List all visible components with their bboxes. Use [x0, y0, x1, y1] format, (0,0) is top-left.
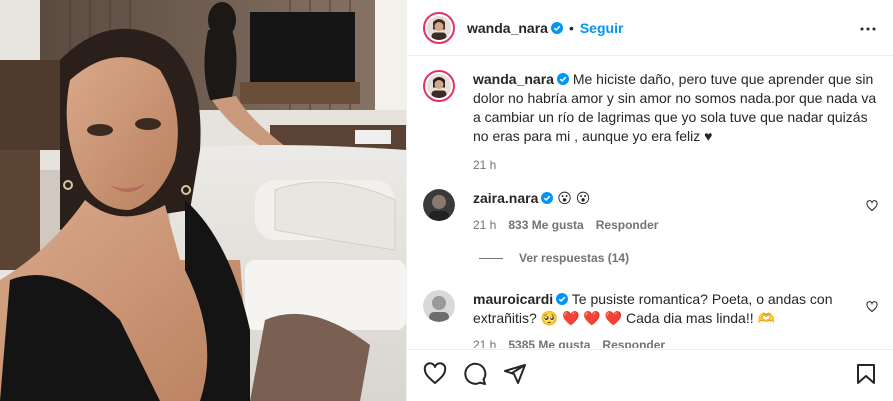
- share-icon[interactable]: [503, 362, 527, 386]
- heart-icon[interactable]: [423, 362, 447, 386]
- replies-divider: [479, 257, 503, 259]
- caption-row: wanda_nara Me hiciste daño, pero tuve qu…: [423, 70, 878, 172]
- caption-text: wanda_nara Me hiciste daño, pero tuve qu…: [473, 70, 878, 146]
- author-username[interactable]: wanda_nara: [467, 20, 548, 36]
- post-image: [0, 0, 406, 401]
- instagram-post: wanda_nara • Seguir wanda_nara Me hicist…: [0, 0, 893, 401]
- separator-dot: •: [568, 19, 574, 36]
- comment-avatar[interactable]: [423, 189, 455, 221]
- action-bar: [407, 349, 893, 401]
- comment-likes[interactable]: 5385 Me gusta: [508, 338, 590, 348]
- comment-body: 😮 😮: [557, 190, 591, 206]
- comment-likes[interactable]: 833 Me gusta: [508, 218, 583, 232]
- verified-badge-icon: [550, 21, 563, 34]
- comment-text: mauroicardi Te pusiste romantica? Poeta,…: [473, 290, 878, 328]
- caption-author[interactable]: wanda_nara: [473, 71, 554, 87]
- comment-time[interactable]: 21 h: [473, 218, 496, 232]
- comment-author[interactable]: zaira.nara: [473, 190, 538, 206]
- reply-button[interactable]: Responder: [596, 218, 659, 232]
- view-replies-label: Ver respuestas (14): [519, 251, 630, 265]
- comment-row: mauroicardi Te pusiste romantica? Poeta,…: [423, 290, 878, 348]
- comment-text: zaira.nara 😮 😮: [473, 189, 878, 208]
- caption-time[interactable]: 21 h: [473, 158, 496, 172]
- comment-like-icon[interactable]: [866, 200, 878, 212]
- verified-badge-icon: [541, 192, 554, 204]
- comment-icon[interactable]: [463, 362, 487, 386]
- bookmark-icon[interactable]: [854, 362, 878, 386]
- comment-author[interactable]: mauroicardi: [473, 291, 553, 307]
- comment-time[interactable]: 21 h: [473, 338, 496, 348]
- follow-button[interactable]: Seguir: [580, 20, 624, 36]
- verified-badge-icon: [556, 293, 569, 305]
- view-replies-button[interactable]: Ver respuestas (14): [479, 251, 629, 265]
- post-header: wanda_nara • Seguir: [407, 0, 893, 56]
- author-avatar[interactable]: [423, 11, 455, 44]
- caption-avatar[interactable]: [423, 70, 455, 102]
- reply-button[interactable]: Responder: [602, 338, 665, 348]
- comment-row: zaira.nara 😮 😮 21 h 833 Me gusta Respond…: [423, 189, 878, 232]
- verified-badge-icon: [556, 73, 569, 85]
- comment-avatar[interactable]: [423, 290, 455, 322]
- comment-like-icon[interactable]: [866, 301, 878, 313]
- post-side-panel: wanda_nara • Seguir wanda_nara Me hicist…: [406, 0, 893, 401]
- post-photo[interactable]: [0, 0, 406, 401]
- comments-list[interactable]: wanda_nara Me hiciste daño, pero tuve qu…: [407, 57, 893, 348]
- more-options-icon[interactable]: [856, 17, 880, 41]
